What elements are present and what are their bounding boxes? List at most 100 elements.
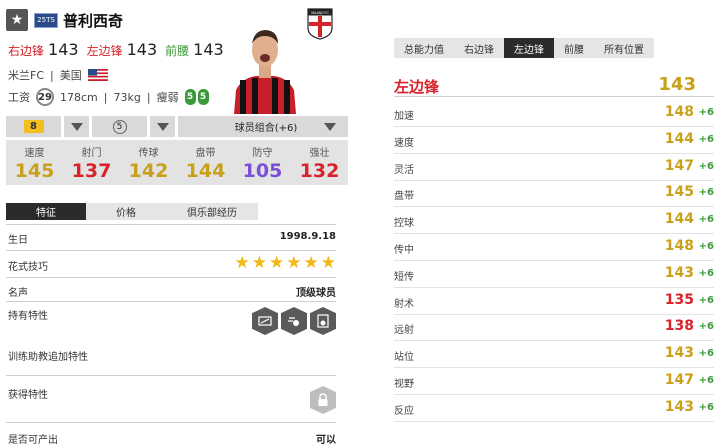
attribute-value: 147 — [664, 157, 694, 174]
player-portrait — [232, 20, 298, 114]
left-foot-rating: 5 — [184, 89, 196, 105]
acquired-trait-label: 获得特性 — [8, 390, 48, 401]
position-value-lw: 143 — [126, 40, 158, 59]
upgrade-dropdown[interactable] — [64, 116, 89, 137]
attribute-bonus: +6 — [698, 267, 714, 279]
selected-position-header: 左边锋 143 — [394, 73, 714, 97]
attribute-value: 135 — [664, 291, 694, 308]
club-name: 米兰FC — [8, 69, 45, 82]
divider — [6, 224, 336, 225]
grade-selector[interactable]: 5 — [92, 116, 147, 137]
caret-down-icon — [324, 122, 336, 131]
attribute-name: 传中 — [394, 245, 414, 256]
season-badge: 25TS — [34, 12, 58, 28]
separator: | — [146, 90, 151, 104]
tab-overall[interactable]: 总能力值 — [394, 38, 454, 58]
attribute-row: 站位 143 +6 — [394, 342, 714, 369]
team-color-label: 球员组合(+6) — [234, 123, 298, 134]
attribute-row: 短传 143 +6 — [394, 262, 714, 288]
attribute-value: 148 — [664, 104, 694, 120]
tab-traits[interactable]: 特征 — [6, 203, 86, 220]
tab-club-history[interactable]: 俱乐部经历 — [166, 203, 258, 220]
star-icon: ★ — [269, 253, 285, 273]
star-icon: ★ — [234, 253, 250, 273]
attribute-row: 传中 148 +6 — [394, 235, 714, 261]
physical-info-row: 工资 29 178cm | 73kg | 瘦弱 5 5 — [8, 88, 209, 106]
trait-chip-icon[interactable] — [252, 307, 278, 335]
stat-value: 144 — [185, 160, 226, 182]
tab-lw[interactable]: 左边锋 — [504, 38, 554, 58]
usa-flag-icon — [87, 69, 108, 81]
divider — [6, 301, 336, 302]
attribute-bonus: +6 — [698, 214, 714, 226]
acquired-trait-row: 获得特性 — [8, 386, 336, 414]
stat-label: 速度 — [24, 148, 45, 159]
coach-trait-label: 训练助教追加特性 — [8, 352, 88, 363]
stat-shooting: 射门 137 — [63, 140, 120, 185]
attribute-value: 147 — [664, 372, 694, 388]
position-label-cam: 前腰 — [165, 44, 190, 58]
tab-price[interactable]: 价格 — [86, 203, 166, 220]
position-ratings: 右边锋 143 左边锋 143 前腰 143 — [8, 40, 232, 59]
attribute-row: 反应 143 +6 — [394, 396, 714, 422]
stat-value: 137 — [71, 160, 112, 182]
selected-position-overall: 143 — [658, 74, 696, 95]
attribute-name: 远射 — [394, 325, 414, 337]
position-tabs: 总能力值 右边锋 左边锋 前腰 所有位置 — [394, 38, 654, 58]
birthday-value: 1998.9.18 — [279, 231, 336, 242]
divider — [6, 277, 336, 278]
tab-rw[interactable]: 右边锋 — [454, 38, 504, 58]
separator: | — [103, 90, 108, 104]
stat-label: 强壮 — [309, 148, 330, 159]
traits-label: 持有特性 — [8, 311, 48, 322]
stat-passing: 传球 142 — [120, 140, 177, 185]
attribute-bonus: +6 — [698, 133, 714, 145]
skill-moves-row: 花式技巧 ★ ★ ★ ★ ★ ★ — [8, 253, 336, 274]
stat-label: 盘带 — [195, 148, 216, 159]
salary-label: 工资 — [8, 91, 30, 104]
attribute-value: 144 — [664, 211, 694, 228]
divider — [6, 422, 336, 423]
height: 178cm — [60, 90, 98, 104]
attribute-row: 远射 138 +6 — [394, 315, 714, 342]
trait-speed-dribbler-icon[interactable] — [281, 307, 307, 335]
tab-cam[interactable]: 前腰 — [554, 38, 594, 58]
attribute-bonus: +6 — [698, 160, 714, 172]
trait-icons — [252, 307, 336, 335]
stat-value: 145 — [14, 160, 55, 182]
team-color-selector[interactable]: 球员组合(+6) — [178, 116, 348, 137]
favorite-star-icon[interactable]: ★ — [6, 9, 28, 31]
attribute-row: 加速 148 +6 — [394, 101, 714, 127]
stat-physical: 强壮 132 — [291, 140, 348, 185]
attribute-value: 143 — [664, 398, 694, 415]
attribute-name: 盘带 — [394, 191, 414, 203]
weight: 73kg — [113, 90, 141, 104]
tab-all-positions[interactable]: 所有位置 — [594, 38, 654, 58]
attribute-value: 148 — [664, 238, 694, 254]
weak-foot-icon: 5 5 — [184, 89, 209, 105]
stat-pace: 速度 145 — [6, 140, 63, 185]
grade-dropdown[interactable] — [150, 116, 175, 137]
upgrade-level-selector[interactable]: 8 — [6, 116, 61, 137]
trait-finesse-icon[interactable] — [310, 307, 336, 335]
club-crest-text: MILANO FC — [311, 11, 329, 15]
reputation-value: 顶级球员 — [296, 288, 336, 299]
tradable-label: 是否可产出 — [8, 435, 58, 446]
attribute-bonus: +6 — [698, 107, 714, 118]
attribute-row: 控球 144 +6 — [394, 208, 714, 235]
attribute-value: 138 — [664, 318, 694, 335]
tradable-value: 可以 — [316, 435, 336, 446]
attribute-value: 143 — [664, 345, 694, 362]
detail-tabs: 特征 价格 俱乐部经历 — [6, 203, 258, 220]
attribute-bonus: +6 — [698, 348, 714, 360]
lock-icon[interactable] — [310, 386, 336, 414]
star-icon: ★ — [286, 253, 302, 273]
reputation-row: 名声 顶级球员 — [8, 284, 336, 299]
attribute-bonus: +6 — [698, 321, 714, 333]
attribute-name: 射术 — [394, 298, 414, 310]
salary-badge: 29 — [36, 88, 54, 106]
position-value-rw: 143 — [48, 40, 79, 59]
attribute-row: 盘带 145 +6 — [394, 181, 714, 208]
birthday-row: 生日 1998.9.18 — [8, 231, 336, 246]
attribute-value: 144 — [664, 130, 694, 147]
